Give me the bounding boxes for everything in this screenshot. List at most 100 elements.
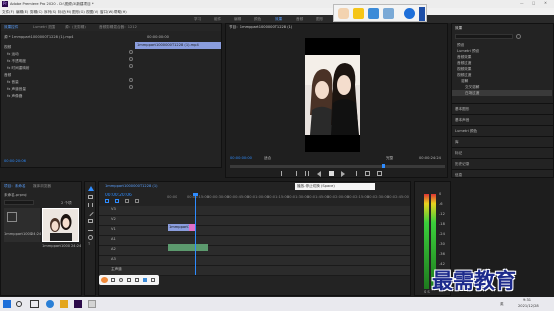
info-icon[interactable] [404,8,415,19]
workspace-audio[interactable]: 音频 [296,17,303,22]
task-view-icon[interactable] [30,300,39,308]
tab-project[interactable]: 项目：未命名 [4,184,26,189]
track-label: V1 [111,227,116,231]
audio-clip[interactable] [168,244,208,251]
timeline-tab[interactable]: 1mmppart1000000T1228 (1) [105,184,158,188]
effect-volume[interactable]: fx 音量 [1,79,131,86]
track-v1: V1 [99,226,410,236]
timeline-timecode[interactable]: 00:00:20:06 [105,193,132,198]
project-search-input[interactable] [4,200,34,205]
hand-tool-icon[interactable] [88,235,93,240]
timeline-ruler[interactable]: 00:00 00:00:15:00 00:00:30:00 00:00:45:0… [167,195,412,201]
pen-tool-icon[interactable] [88,227,93,231]
tools-panel: T [84,181,96,296]
edge-icon[interactable] [46,300,54,308]
quality-dropdown[interactable]: 完整 [386,156,393,161]
tab-media-browser[interactable]: 媒体浏览器 [33,184,51,189]
workspace-effects[interactable]: 效果 [275,17,282,22]
workspace-graphics[interactable]: 图形 [316,17,323,22]
playhead-marker[interactable] [382,164,385,168]
wrench-icon[interactable] [135,199,139,203]
snap-icon[interactable] [105,199,109,203]
panel-libraries[interactable]: 库 [452,136,553,147]
tab-audio-clip-mixer[interactable]: 音频剪辑混合器：1212 [99,25,137,30]
tool-icon[interactable] [151,278,155,282]
reset-icon[interactable] [129,85,133,89]
workspace-color[interactable]: 颜色 [254,17,261,22]
timeline-playhead[interactable] [195,195,196,275]
add-marker-icon[interactable] [125,199,129,203]
fit-dropdown[interactable]: 适合 [264,156,271,161]
workspace-editing[interactable]: 编辑 [234,17,241,22]
tool-icon[interactable] [135,278,139,282]
collapse-toolbar-button[interactable] [419,7,425,21]
tab-lumetri-scopes[interactable]: Lumetri 范围 [33,25,55,30]
stop-icon[interactable] [329,171,334,176]
video-clip[interactable]: 1mmppart1000000T1228 (1).mp4 [168,224,196,231]
panel-essential-graphics[interactable]: 基本图形 [452,103,553,114]
input-language[interactable]: 英 [500,302,504,307]
go-to-out-icon[interactable] [353,171,357,176]
effect-panner[interactable]: fx 声像器 [1,93,131,100]
comment-icon[interactable] [353,8,364,19]
export-frame-icon[interactable] [377,171,382,176]
project-item-video[interactable] [42,208,79,242]
reset-icon[interactable] [129,50,133,54]
mark-out-icon[interactable] [293,171,297,176]
track-select-tool-icon[interactable] [88,195,93,199]
razor-tool-icon[interactable] [87,209,94,217]
zoom-icon[interactable] [383,8,394,19]
windows-start-icon[interactable] [3,300,11,308]
playhead-bar[interactable] [230,164,445,168]
effect-motion[interactable]: fx 运动 [1,51,131,58]
tool-icon[interactable] [119,278,123,282]
effect-opacity[interactable]: fx 不透明度 [1,58,131,65]
minimize-button[interactable]: — [520,1,524,5]
tool-icon[interactable] [111,278,115,282]
panel-essential-sound[interactable]: 基本声音 [452,114,553,125]
step-forward-icon[interactable] [341,171,345,177]
effect-time-remap[interactable]: fx 时间重映射 [1,65,131,72]
close-button[interactable]: ✕ [544,1,547,5]
app-icon[interactable] [101,277,108,283]
folder-icon[interactable] [60,300,68,308]
workspace-assembly[interactable]: 组件 [214,17,221,22]
effect-dip-to-white[interactable]: 白场过渡 [452,90,552,96]
capture-icon[interactable] [368,8,379,19]
mark-in-icon[interactable] [281,171,285,176]
workspace-learn[interactable]: 学习 [194,17,201,22]
solo-buttons[interactable]: S S [424,290,430,294]
effects-search-input[interactable] [455,34,513,39]
hand-icon[interactable] [338,8,349,19]
tool-icon[interactable] [127,278,131,282]
effect-channel-volume[interactable]: fx 声道音量 [1,86,131,93]
panel-info[interactable]: 信息 [452,169,553,180]
maximize-button[interactable]: □ [532,1,535,5]
app-taskbar-icon[interactable] [88,300,96,308]
panel-markers[interactable]: 标记 [452,147,553,158]
premiere-taskbar-icon[interactable] [74,300,82,308]
reset-icon[interactable] [129,57,133,61]
panel-lumetri-color[interactable]: Lumetri 颜色 [452,125,553,136]
lift-icon[interactable] [365,171,370,176]
tool-icon[interactable] [143,278,147,282]
effects-timecode[interactable]: 00:00:20:06 [4,159,26,163]
search-icon[interactable] [16,301,22,307]
mini-clip-bar[interactable]: 1mmppart1000000T1228 (1).mp4 [135,42,221,49]
step-back-icon[interactable] [317,171,321,177]
ruler-tick: 00:02:30:00 [367,195,389,199]
type-tool-icon[interactable]: T [88,242,90,246]
program-timecode[interactable]: 00:00:00:00 [230,156,252,160]
reset-icon[interactable] [129,64,133,68]
slip-tool-icon[interactable] [88,219,93,223]
playhead-handle[interactable] [193,193,198,196]
tab-effect-controls[interactable]: 效果控件 [4,25,18,30]
ripple-edit-tool-icon[interactable] [88,203,93,207]
panel-history[interactable]: 历史记录 [452,158,553,169]
selection-tool-icon[interactable] [88,186,94,191]
reset-icon[interactable] [129,78,133,82]
project-item-sequence[interactable] [4,208,40,242]
linked-selection-icon[interactable] [115,199,119,203]
go-to-in-icon[interactable] [305,171,309,176]
tab-source[interactable]: 源：(无剪辑) [65,25,86,30]
